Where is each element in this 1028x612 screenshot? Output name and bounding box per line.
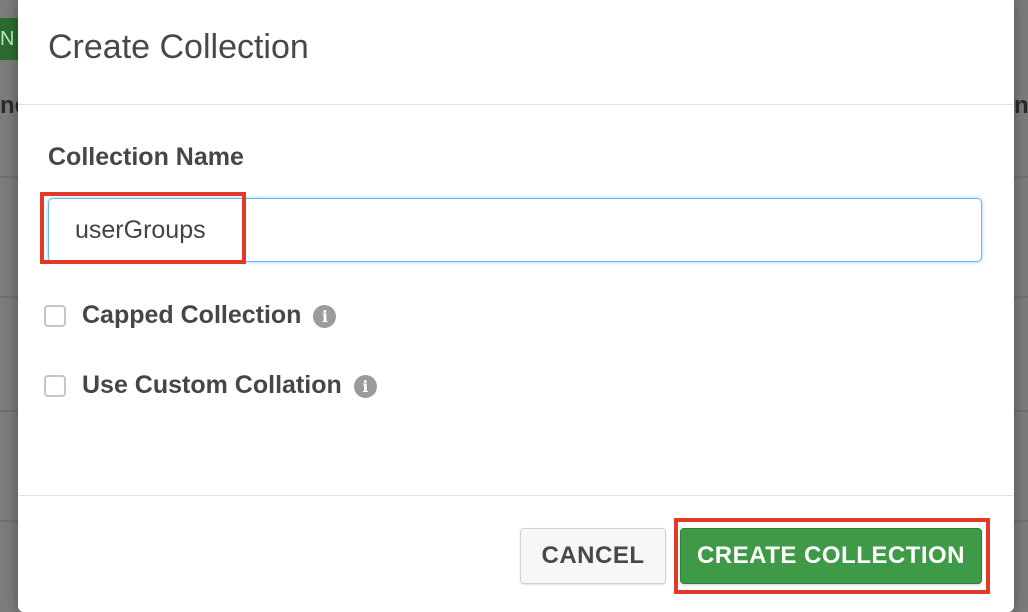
create-collection-dialog: Create Collection Collection Name Capped… (18, 0, 1014, 612)
info-icon[interactable]: i (313, 305, 337, 328)
collection-name-input[interactable] (48, 198, 982, 262)
dialog-title: Create Collection (48, 28, 309, 66)
background-right-text: n (1014, 92, 1028, 119)
background-divider (1014, 410, 1028, 412)
custom-collation-label: Use Custom Collation (82, 371, 342, 399)
cancel-button[interactable]: CANCEL (520, 528, 666, 584)
background-divider (1014, 296, 1028, 298)
background-divider (0, 410, 18, 412)
create-collection-button[interactable]: CREATE COLLECTION (680, 528, 982, 584)
background-divider (1014, 520, 1028, 522)
capped-collection-checkbox[interactable] (44, 304, 66, 327)
collection-name-label: Collection Name (48, 143, 244, 171)
background-left-text: ne (0, 92, 18, 119)
background-divider (1014, 176, 1028, 178)
dialog-body: Collection Name Capped Collection i Use … (18, 105, 1014, 496)
background-green-button: N (0, 18, 20, 60)
dialog-header: Create Collection (18, 0, 1014, 105)
info-icon[interactable]: i (353, 375, 377, 398)
background-divider (0, 176, 18, 178)
background-divider (0, 520, 18, 522)
custom-collation-option[interactable]: Use Custom Collation i (44, 371, 377, 400)
background-divider (0, 296, 18, 298)
custom-collation-checkbox[interactable] (44, 374, 66, 397)
dialog-footer: CANCEL CREATE COLLECTION (18, 496, 1014, 612)
capped-collection-option[interactable]: Capped Collection i (44, 301, 337, 330)
capped-collection-label: Capped Collection (82, 301, 302, 329)
